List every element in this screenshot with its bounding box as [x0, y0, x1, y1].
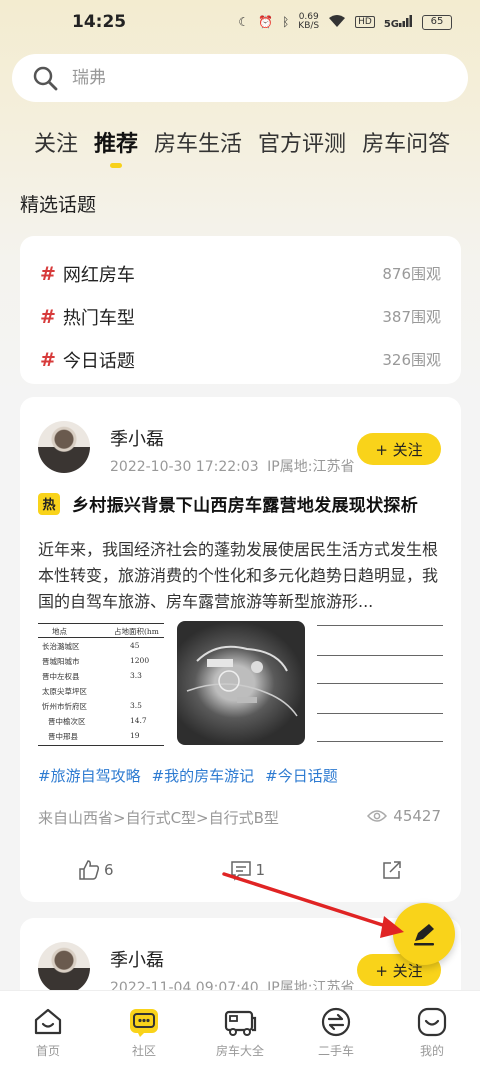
topic-row[interactable]: # 热门车型 387围观 [40, 295, 441, 338]
nav-home[interactable]: 首页 [8, 1005, 88, 1072]
nav-label: 首页 [35, 1044, 60, 1058]
nav-label: 社区 [131, 1044, 156, 1058]
comment-button[interactable]: 1 [230, 859, 266, 881]
post-image-map[interactable] [176, 621, 305, 745]
edit-pen-icon [414, 924, 434, 946]
featured-topics-card: # 网红房车 876围观 # 热门车型 387围观 # 今日话题 326围观 [20, 236, 461, 384]
hashtag-link[interactable]: #我的房车游记 [152, 765, 255, 786]
bottom-navigation: 首页 社区 房车大全 二手车 我的 [0, 990, 480, 1072]
hashtag-link[interactable]: #旅游自驾攻略 [38, 765, 141, 786]
tab-rv-qa[interactable]: 房车问答 [362, 126, 450, 158]
nav-used-cars[interactable]: 二手车 [296, 1005, 376, 1072]
view-count: 45427 [367, 807, 441, 825]
post-hashtags: #旅游自驾攻略 #我的房车游记 #今日话题 [38, 765, 338, 786]
tab-rv-life[interactable]: 房车生活 [154, 126, 242, 158]
topic-name: 今日话题 [62, 350, 135, 372]
topic-name: 热门车型 [62, 307, 135, 329]
like-count: 6 [103, 861, 114, 879]
avatar[interactable] [38, 421, 90, 473]
bluetooth-icon: ᛒ [282, 15, 290, 29]
home-icon [31, 1005, 65, 1039]
post-source[interactable]: 来自山西省>自行式C型>自行式B型 [38, 807, 279, 828]
nav-label: 二手车 [317, 1044, 354, 1058]
status-bar: 14:25 ☾ ⏰ ᛒ 0.69 KB/S HD 5G 65 [0, 0, 480, 44]
tab-official-review[interactable]: 官方评测 [258, 126, 346, 158]
nav-profile[interactable]: 我的 [392, 1005, 472, 1072]
post-image-table[interactable]: 地点 占地面积(hm 长治潞城区 45 晋城阳城市 1200 晋中左权县 3.3 太原尖… [38, 621, 164, 751]
tab-follow[interactable]: 关注 [34, 126, 78, 158]
hd-badge: HD [355, 16, 375, 28]
post-image-document[interactable] [317, 621, 443, 751]
share-button[interactable] [381, 859, 403, 881]
like-button[interactable]: 6 [78, 859, 114, 881]
nav-rv-catalog[interactable]: 房车大全 [200, 1005, 280, 1072]
category-tabs: 关注 推荐 房车生活 官方评测 房车问答 [34, 126, 450, 168]
rv-icon [223, 1005, 257, 1039]
post-ip: IP属地:江苏省 [267, 459, 355, 475]
topic-row[interactable]: # 网红房车 876围观 [40, 252, 441, 295]
signal-icon: 5G [384, 14, 413, 30]
featured-topics-title: 精选话题 [20, 194, 97, 216]
follow-button[interactable]: + 关注 [357, 433, 441, 465]
eye-icon [367, 810, 388, 822]
post-card[interactable]: 季小磊 2022-10-30 17:22:03 IP属地:江苏省 + 关注 热 … [20, 397, 461, 902]
post-actions: 6 1 [20, 859, 461, 881]
net-speed: 0.69 KB/S [298, 12, 320, 31]
nav-community[interactable]: 社区 [104, 1005, 184, 1072]
post-time: 2022-10-30 17:22:03 [110, 459, 259, 475]
hot-badge: 热 [38, 492, 60, 515]
profile-icon [415, 1005, 449, 1039]
comment-count: 1 [255, 861, 266, 879]
topic-view-count: 387围观 [382, 308, 441, 326]
nav-label: 房车大全 [215, 1044, 264, 1058]
hash-icon: # [40, 305, 56, 328]
hashtag-link[interactable]: #今日话题 [265, 765, 338, 786]
search-icon [33, 66, 58, 91]
status-time: 14:25 [72, 12, 127, 32]
alarm-icon: ⏰ [258, 15, 274, 29]
comment-icon [230, 861, 251, 881]
share-icon [383, 861, 401, 879]
exchange-icon [319, 1005, 353, 1039]
search-input[interactable] [72, 68, 432, 88]
thumbs-up-icon [79, 860, 100, 880]
hash-icon: # [40, 348, 56, 371]
tab-recommend[interactable]: 推荐 [94, 126, 138, 168]
search-bar[interactable] [12, 54, 468, 102]
topic-name: 网红房车 [62, 264, 135, 286]
post-images: 地点 占地面积(hm 长治潞城区 45 晋城阳城市 1200 晋中左权县 3.3 太原尖… [38, 621, 443, 751]
compose-post-button[interactable] [393, 903, 455, 965]
hash-icon: # [40, 262, 56, 285]
community-icon [127, 1005, 161, 1039]
post-title[interactable]: 乡村振兴背景下山西房车露营地发展现状探析 [72, 491, 418, 516]
nav-label: 我的 [419, 1044, 444, 1058]
author-name[interactable]: 季小磊 [110, 425, 164, 451]
topic-row[interactable]: # 今日话题 326围观 [40, 338, 441, 381]
post-body[interactable]: 近年来，我国经济社会的蓬勃发展使居民生活方式发生根本性转变，旅游消费的个性化和多… [38, 537, 443, 615]
status-icons: ☾ ⏰ ᛒ 0.69 KB/S HD 5G 65 [238, 13, 452, 31]
view-count-value: 45427 [393, 807, 441, 825]
topic-view-count: 876围观 [382, 265, 441, 283]
moon-icon: ☾ [238, 15, 250, 29]
post-meta: 2022-10-30 17:22:03 IP属地:江苏省 [110, 456, 354, 476]
wifi-icon [328, 14, 346, 31]
avatar[interactable] [38, 942, 90, 994]
post-title-row[interactable]: 热 乡村振兴背景下山西房车露营地发展现状探析 [38, 491, 418, 516]
author-name[interactable]: 季小磊 [110, 946, 164, 972]
topic-view-count: 326围观 [382, 351, 441, 369]
battery-icon: 65 [422, 14, 452, 30]
